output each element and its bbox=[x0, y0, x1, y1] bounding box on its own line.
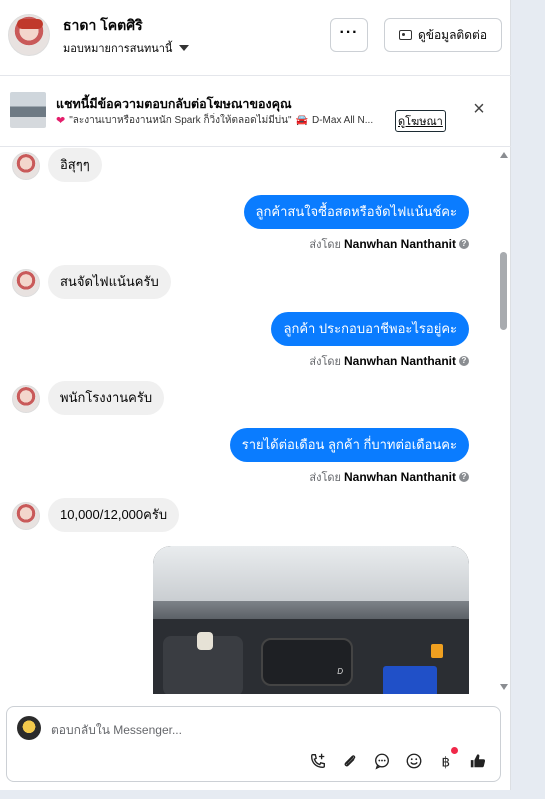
reply-input[interactable]: ตอบกลับใน Messenger... bbox=[51, 721, 182, 740]
sent-by-prefix: ส่งโดย bbox=[309, 356, 341, 368]
contact-name[interactable]: ธาดา โคตศิริ bbox=[63, 15, 143, 37]
photo-engine-cover bbox=[261, 638, 353, 686]
scroll-down-icon[interactable] bbox=[500, 684, 508, 690]
engine-photo-attachment[interactable] bbox=[153, 546, 469, 694]
close-icon[interactable]: × bbox=[470, 99, 488, 119]
ad-text: "ละงานเบาหรืองานหนัก Spark ก็วิ่งให้ตลอด… bbox=[69, 115, 292, 126]
svg-text:฿: ฿ bbox=[442, 754, 451, 770]
incoming-message[interactable]: สนจัดไฟแน้นครับ bbox=[48, 265, 171, 299]
photo-hood bbox=[153, 546, 469, 606]
car-icon: 🚘 bbox=[295, 115, 308, 126]
more-options-button[interactable]: ··· bbox=[330, 18, 368, 52]
incoming-message[interactable]: อิสุๆๆ bbox=[48, 148, 102, 182]
heart-icon: ❤ bbox=[56, 115, 66, 127]
emoji-icon[interactable] bbox=[404, 751, 424, 771]
baht-icon[interactable]: ฿ bbox=[436, 747, 458, 771]
caret-down-icon bbox=[179, 45, 190, 51]
conversation-header: ธาดา โคตศิริ มอบหมายการสนทนานี้ ··· ดูข้… bbox=[0, 0, 511, 76]
like-icon[interactable] bbox=[468, 751, 488, 771]
sent-by-label: ส่งโดย Nanwhan Nanthanit ? bbox=[309, 352, 469, 370]
info-icon[interactable]: ? bbox=[459, 239, 469, 249]
photo-reservoir bbox=[197, 632, 213, 650]
contact-avatar-small bbox=[12, 269, 40, 297]
sent-by-prefix: ส่งโดย bbox=[309, 472, 341, 484]
saved-reply-icon[interactable] bbox=[372, 751, 392, 771]
assign-label: มอบหมายการสนทนานี้ bbox=[63, 43, 173, 55]
ad-reply-banner: แชทนี้มีข้อความตอบกลับต่อโฆษณาของคุณ ❤ "… bbox=[0, 77, 511, 147]
contact-avatar-small bbox=[12, 502, 40, 530]
photo-battery bbox=[383, 666, 437, 694]
photo-oil-cap bbox=[431, 644, 443, 658]
contact-avatar-small bbox=[12, 152, 40, 180]
page-avatar bbox=[17, 716, 41, 740]
info-icon[interactable]: ? bbox=[459, 472, 469, 482]
ad-thumbnail bbox=[10, 92, 46, 128]
view-contact-info-button[interactable]: ดูข้อมูลติดต่อ bbox=[384, 18, 502, 52]
incoming-message[interactable]: พนักโรงงานครับ bbox=[48, 381, 165, 415]
contact-card-icon bbox=[398, 30, 412, 40]
ad-banner-title: แชทนี้มีข้อความตอบกลับต่อโฆษณาของคุณ bbox=[56, 97, 292, 111]
scroll-up-icon[interactable] bbox=[500, 152, 508, 158]
info-icon[interactable]: ? bbox=[459, 356, 469, 366]
sender-name: Nanwhan Nanthanit bbox=[343, 354, 456, 368]
sent-by-prefix: ส่งโดย bbox=[309, 239, 341, 251]
composer-tools: ฿ bbox=[308, 747, 488, 771]
ad-description: ❤ "ละงานเบาหรืองานหนัก Spark ก็วิ่งให้ตล… bbox=[56, 113, 392, 128]
notification-dot bbox=[451, 747, 458, 754]
outgoing-message[interactable]: รายได้ต่อเดือน ลูกค้า กี่บาทต่อเดือนคะ bbox=[229, 428, 469, 462]
sent-by-label: ส่งโดย Nanwhan Nanthanit ? bbox=[309, 235, 469, 253]
window-edge bbox=[511, 0, 545, 799]
view-contact-info-label: ดูข้อมูลติดต่อ bbox=[417, 27, 488, 42]
outgoing-message[interactable]: ลูกค้าสนใจซื้อสดหรือจัดไฟแน้นช์คะ bbox=[243, 195, 469, 229]
message-thread: อิสุๆๆ ลูกค้าสนใจซื้อสดหรือจัดไฟแน้นช์คะ… bbox=[0, 148, 495, 694]
chat-scrollbar[interactable] bbox=[497, 148, 511, 694]
messenger-panel: ธาดา โคตศิริ มอบหมายการสนทนานี้ ··· ดูข้… bbox=[0, 0, 511, 790]
sender-name: Nanwhan Nanthanit bbox=[343, 237, 456, 251]
reply-composer[interactable]: ตอบกลับใน Messenger... ฿ bbox=[6, 706, 501, 782]
sent-by-label: ส่งโดย Nanwhan Nanthanit ? bbox=[309, 468, 469, 486]
incoming-message[interactable]: 10,000/12,000ครับ bbox=[48, 498, 180, 532]
ad-model: D-Max All N... bbox=[312, 115, 374, 126]
photo-strut bbox=[153, 601, 469, 619]
scroll-thumb[interactable] bbox=[500, 252, 507, 330]
view-ad-link[interactable]: ดูโฆษณา bbox=[395, 110, 446, 132]
call-add-icon[interactable] bbox=[308, 751, 328, 771]
contact-avatar-small bbox=[12, 385, 40, 413]
contact-avatar[interactable] bbox=[8, 14, 50, 56]
outgoing-message[interactable]: ลูกค้า ประกอบอาชีพอะไรอยู่คะ bbox=[271, 312, 469, 346]
sender-name: Nanwhan Nanthanit bbox=[343, 470, 456, 484]
attachment-icon[interactable] bbox=[340, 751, 360, 771]
window-bottom-edge bbox=[0, 790, 545, 799]
assign-conversation-dropdown[interactable]: มอบหมายการสนทนานี้ bbox=[63, 39, 190, 57]
